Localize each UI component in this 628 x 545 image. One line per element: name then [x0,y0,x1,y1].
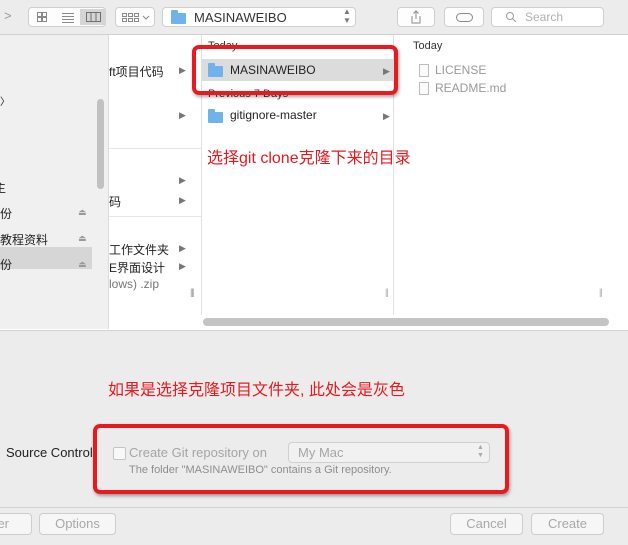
arrange-icon [122,13,150,22]
sidebar-item-3[interactable]: 教程资料 [0,231,48,248]
tags-button[interactable] [444,7,484,27]
column1-item[interactable]: 码 [109,193,121,210]
forward-icon[interactable]: > [4,8,12,23]
disclosure-arrow-icon: ▶ [179,195,186,205]
column2-item-gitignore[interactable]: gitignore-master [230,108,317,122]
column-resize-handle[interactable]: || [599,287,603,297]
sidebar-item-4[interactable]: 份 [0,256,12,273]
section-header-today: Today [413,40,443,52]
share-button[interactable] [397,7,435,27]
arrange-button[interactable] [115,7,155,27]
column-view-button[interactable] [80,9,106,25]
toolbar: > MASINAWEIBO ▲ ▼ Search [0,0,628,35]
file-icon [419,82,429,95]
column1-item[interactable]: ft项目代码 [109,63,164,80]
disclosure-arrow-icon: ▶ [179,65,186,75]
annotation-highlight-folder [192,45,398,95]
file-icon [419,64,429,77]
icon-grid-icon [37,12,47,22]
source-control-label: Source Control [6,445,93,460]
icon-view-button[interactable] [29,9,55,25]
disclosure-arrow-icon: ▶ [179,243,186,253]
folder-icon [171,10,186,24]
disclosure-arrow-icon: ▶ [179,175,186,185]
view-mode-segment [28,7,106,27]
eject-icon[interactable]: ⏏ [78,259,87,270]
disclosure-arrow-icon: ▶ [179,110,186,120]
sidebar-item-chevron[interactable]: 〉 [0,93,10,108]
file-item-readme[interactable]: README.md [435,81,506,95]
sidebar: 〉 主 份 ⏏ 教程资料 ⏏ 份 ⏏ [0,35,109,329]
share-icon [411,10,421,24]
options-button[interactable]: Options [39,513,116,535]
folder-icon [208,109,223,123]
column-resize-handle[interactable]: || [385,287,389,297]
stepper-icon: ▲ ▼ [343,7,351,25]
annotation-note-1: 选择git clone克隆下来的目录 [207,150,411,167]
search-field[interactable]: Search [491,7,604,27]
list-view-button[interactable] [55,9,81,25]
create-button[interactable]: Create [531,513,604,535]
annotation-highlight-options [93,424,509,494]
browser-column-3: Today LICENSE README.md || [407,35,610,315]
column1-item[interactable]: E界面设计 [109,259,165,276]
column1-item[interactable]: 工作文件夹 [109,241,169,258]
path-popup[interactable]: MASINAWEIBO ▲ ▼ [162,7,356,27]
divider [109,148,201,149]
list-icon [62,13,74,23]
tag-icon [456,13,473,22]
column-resize-handle[interactable]: || [190,287,194,297]
browser-column-1: ft项目代码 ▶ ▶ ▶ 码 ▶ 工作文件夹 ▶ E界面设计 ▶ lows) .… [109,35,202,315]
eject-icon[interactable]: ⏏ [78,233,87,244]
sidebar-item-2[interactable]: 份 [0,205,12,222]
disclosure-arrow-icon: ▶ [383,111,390,121]
annotation-note-2: 如果是选择克隆项目文件夹, 此处会是灰色 [108,382,405,399]
columns-icon [86,12,101,22]
file-item-license[interactable]: LICENSE [435,63,486,77]
horizontal-scrollbar[interactable] [203,318,609,326]
sidebar-scrollbar[interactable] [97,99,104,189]
disclosure-arrow-icon: ▶ [179,261,186,271]
sidebar-item-1[interactable]: 主 [0,179,6,196]
search-icon [506,12,517,23]
eject-icon[interactable]: ⏏ [78,207,87,218]
divider [109,216,201,217]
search-placeholder: Search [525,10,564,24]
column1-item[interactable]: lows) .zip [109,277,159,291]
new-folder-button[interactable]: er [0,513,32,535]
cancel-button[interactable]: Cancel [450,513,523,535]
path-label: MASINAWEIBO [194,10,287,25]
